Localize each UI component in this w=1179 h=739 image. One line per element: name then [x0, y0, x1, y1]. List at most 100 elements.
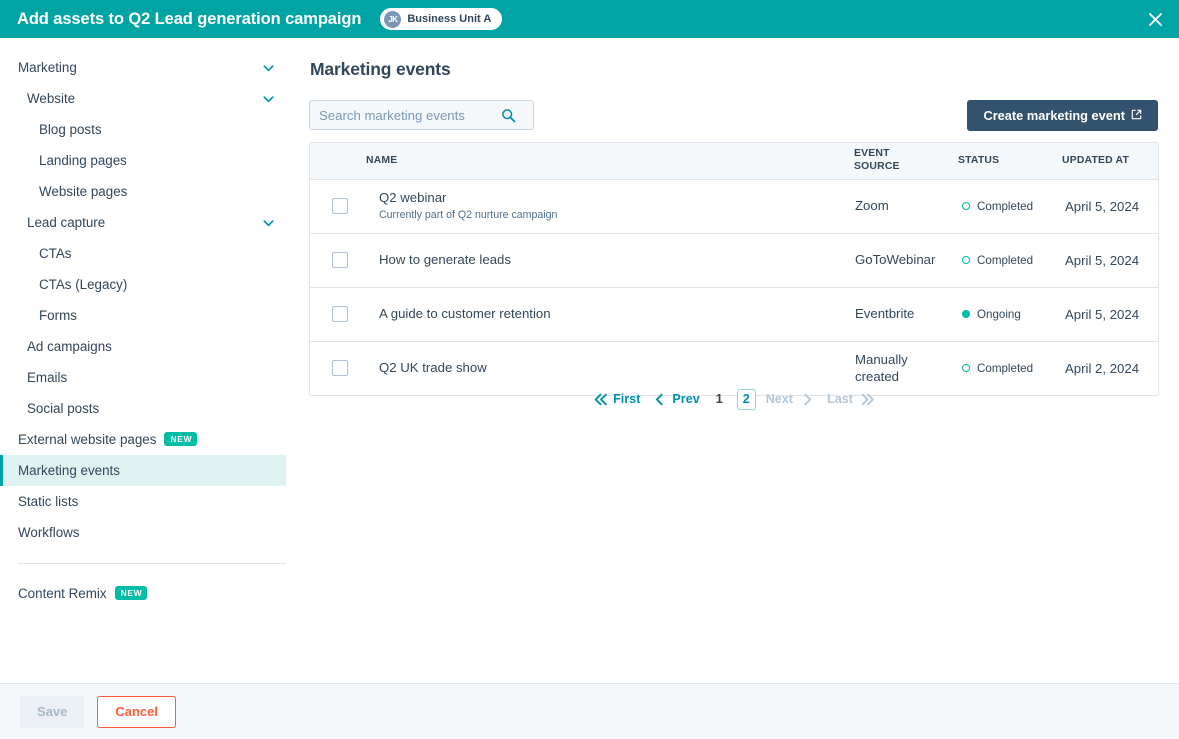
create-marketing-event-label: Create marketing event [983, 108, 1125, 123]
column-header-updated-at: UPDATED AT [1062, 143, 1159, 179]
pagination-next-label: Next [766, 392, 793, 406]
sidebar-item-static-lists[interactable]: Static lists [0, 486, 286, 517]
cell-name: A guide to customer retention [366, 287, 854, 341]
sidebar-item-emails[interactable]: Emails [0, 362, 286, 393]
sidebar-item-label: External website pages [18, 432, 156, 447]
column-header-event-source-line1: EVENT [854, 148, 958, 160]
status-badge: Ongoing [962, 308, 1062, 321]
cell-event-source: Zoom [854, 179, 958, 233]
search-input[interactable] [319, 108, 501, 123]
sidebar-item-label: Ad campaigns [27, 339, 112, 354]
marketing-events-table: NAME EVENT SOURCE STATUS UPDATED [309, 142, 1159, 396]
sidebar-item-social-posts[interactable]: Social posts [0, 393, 286, 424]
sidebar-item-website-pages[interactable]: Website pages [0, 176, 286, 207]
sidebar-item-blog-posts[interactable]: Blog posts [0, 114, 286, 145]
modal-footer: Save Cancel [0, 683, 1179, 739]
sidebar-item-label: Content Remix [18, 586, 107, 601]
row-checkbox[interactable] [332, 198, 348, 214]
status-dot-hollow-icon [962, 364, 970, 372]
sidebar-item-label: Marketing events [18, 463, 120, 478]
sidebar-item-label: Workflows [18, 525, 80, 540]
sidebar-item-marketing-events[interactable]: Marketing events [0, 455, 286, 486]
cell-status: Completed [958, 179, 1062, 233]
close-icon[interactable] [1143, 7, 1167, 31]
external-link-icon [1131, 108, 1142, 123]
sidebar-item-landing-pages[interactable]: Landing pages [0, 145, 286, 176]
new-badge: NEW [115, 586, 148, 600]
chevron-down-icon[interactable] [262, 92, 275, 105]
row-checkbox[interactable] [332, 252, 348, 268]
pagination: FirstPrev12 Next Last [309, 387, 1159, 411]
column-header-checkbox [310, 143, 366, 179]
cell-name: How to generate leads [366, 233, 854, 287]
cell-status: Completed [958, 233, 1062, 287]
column-header-name: NAME [366, 143, 854, 179]
sidebar-nav-list: MarketingWebsite Blog posts Landing pages W… [0, 52, 286, 548]
cell-name: Q2 webinarCurrently part of Q2 nurture c… [366, 179, 854, 233]
pagination-first[interactable]: First [587, 387, 646, 411]
sidebar-item-ctas[interactable]: CTAs [0, 238, 286, 269]
sidebar-item-external-website-pages[interactable]: External website pagesNEW [0, 424, 286, 455]
pagination-last: Last [821, 387, 881, 411]
cell-updated-at: April 5, 2024 [1062, 287, 1159, 341]
column-header-status-label: STATUS [958, 155, 1062, 167]
sidebar-item-content-remix[interactable]: Content Remix NEW [0, 578, 286, 609]
cancel-button[interactable]: Cancel [97, 696, 176, 728]
status-badge: Completed [962, 254, 1062, 267]
sidebar-item-label: CTAs [39, 246, 71, 261]
event-source-line1: Eventbrite [855, 305, 958, 322]
pagination-page-1[interactable]: 1 [710, 389, 729, 410]
cell-status: Ongoing [958, 287, 1062, 341]
business-unit-badge[interactable]: JK Business Unit A [380, 8, 502, 30]
status-dot-hollow-icon [962, 202, 970, 210]
search-box[interactable] [309, 100, 534, 130]
event-name-link[interactable]: Q2 webinar [379, 190, 854, 207]
double-chevron-left-icon [593, 392, 608, 407]
status-label: Completed [977, 200, 1033, 213]
table-row[interactable]: Q2 webinarCurrently part of Q2 nurture c… [310, 179, 1159, 233]
column-header-updated-at-label: UPDATED AT [1062, 155, 1159, 167]
sidebar-item-label: Landing pages [39, 153, 127, 168]
row-checkbox-cell [310, 233, 366, 287]
sidebar-item-label: CTAs (Legacy) [39, 277, 127, 292]
event-name-link[interactable]: A guide to customer retention [379, 306, 854, 323]
sidebar-item-ctas-legacy[interactable]: CTAs (Legacy) [0, 269, 286, 300]
sidebar-item-marketing[interactable]: Marketing [0, 52, 286, 83]
double-chevron-right-icon [860, 392, 875, 407]
status-label: Completed [977, 362, 1033, 375]
status-dot-hollow-icon [962, 256, 970, 264]
pagination-prev[interactable]: Prev [646, 387, 705, 411]
cell-updated-at: April 5, 2024 [1062, 179, 1159, 233]
event-source-line1: Manually [855, 351, 958, 368]
sidebar-item-label: Website pages [39, 184, 127, 199]
search-icon[interactable] [501, 108, 516, 123]
table-row[interactable]: A guide to customer retentionEventbrite O… [310, 287, 1159, 341]
event-name-link[interactable]: How to generate leads [379, 252, 854, 269]
column-header-event-source-line2: SOURCE [854, 161, 958, 173]
chevron-down-icon[interactable] [262, 61, 275, 74]
chevron-right-icon [800, 392, 815, 407]
column-header-name-label: NAME [366, 155, 854, 167]
sidebar-item-ad-campaigns[interactable]: Ad campaigns [0, 331, 286, 362]
chevron-down-icon[interactable] [262, 216, 275, 229]
pagination-last-label: Last [827, 392, 853, 406]
row-checkbox-cell [310, 287, 366, 341]
sidebar-item-website[interactable]: Website [0, 83, 286, 114]
chevron-left-icon [652, 392, 667, 407]
sidebar-item-label: Forms [39, 308, 77, 323]
status-label: Completed [977, 254, 1033, 267]
sidebar-item-label: Blog posts [39, 122, 102, 137]
pagination-page-2[interactable]: 2 [737, 389, 756, 410]
row-checkbox[interactable] [332, 306, 348, 322]
sidebar-item-lead-capture[interactable]: Lead capture [0, 207, 286, 238]
event-name-link[interactable]: Q2 UK trade show [379, 360, 854, 377]
create-marketing-event-button[interactable]: Create marketing event [967, 100, 1158, 131]
save-button[interactable]: Save [20, 696, 84, 728]
table-row[interactable]: How to generate leadsGoToWebinarComplete… [310, 233, 1159, 287]
status-dot-filled-icon [962, 310, 970, 318]
sidebar-item-forms[interactable]: Forms [0, 300, 286, 331]
sidebar-item-workflows[interactable]: Workflows [0, 517, 286, 548]
modal-title: Add assets to Q2 Lead generation campaig… [17, 10, 361, 29]
row-checkbox[interactable] [332, 360, 348, 376]
sidebar-item-label: Static lists [18, 494, 78, 509]
